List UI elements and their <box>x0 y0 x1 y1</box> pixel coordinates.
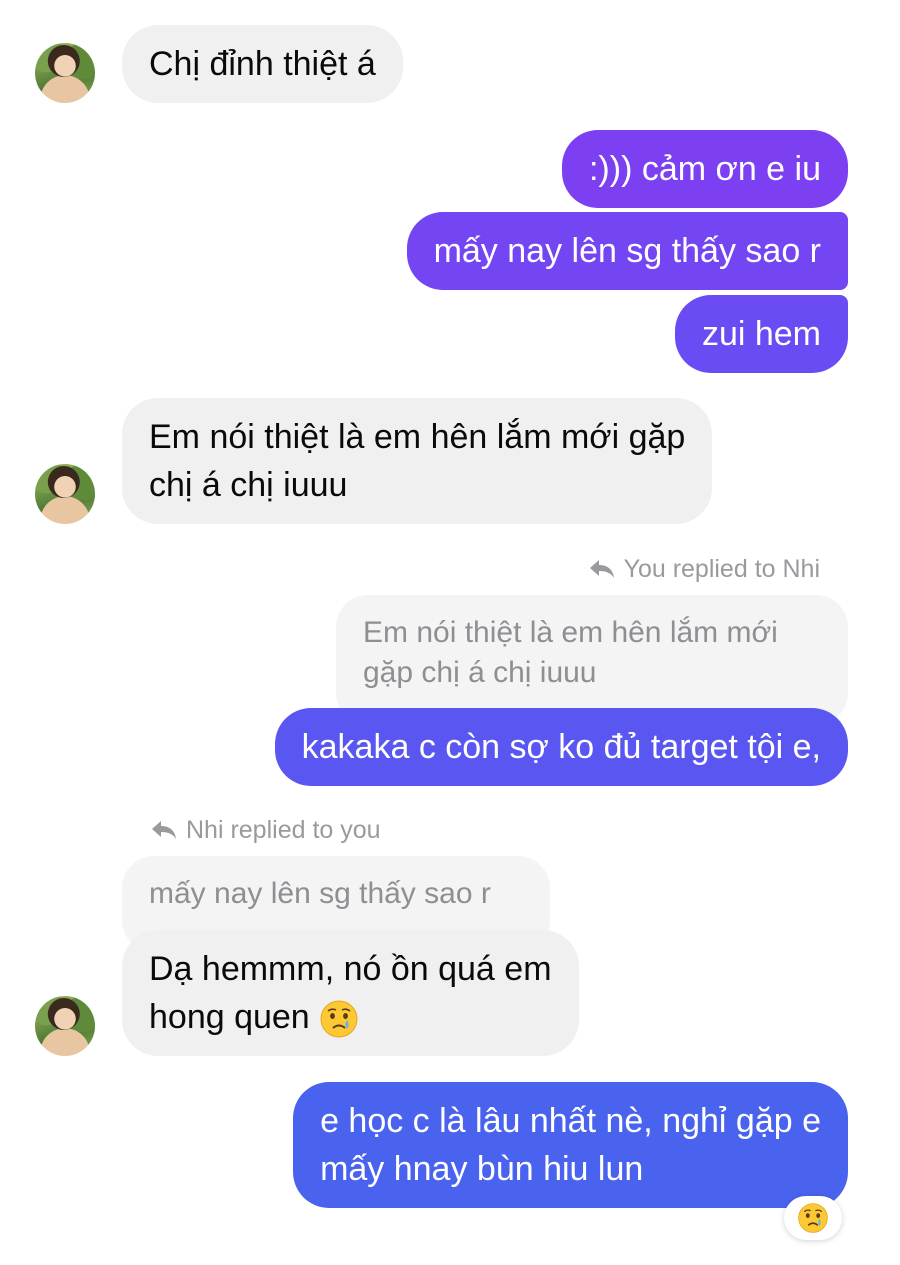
message-text: kakaka c còn sợ ko đủ target tội e, <box>301 728 821 766</box>
quoted-message[interactable]: Em nói thiệt là em hên lắm mới gặp chị á… <box>336 595 848 725</box>
incoming-message[interactable]: Dạ hemmm, nó ồn quá em hong quen <box>122 930 579 1056</box>
message-text-line: mấy hnay bùn hiu lun <box>320 1150 644 1188</box>
outgoing-message[interactable]: e học c là lâu nhất nè, nghỉ gặp e mấy h… <box>293 1082 848 1208</box>
message-text: zui hem <box>701 315 821 353</box>
quoted-text-line: mấy nay lên sg thấy sao r <box>149 877 491 910</box>
reply-arrow-icon <box>589 560 614 578</box>
crying-face-emoji-icon <box>798 1203 828 1233</box>
reply-label-text: You replied to Nhi <box>623 555 820 583</box>
incoming-message[interactable]: Em nói thiệt là em hên lắm mới gặp chị á… <box>122 398 713 524</box>
message-reaction[interactable] <box>784 1196 842 1240</box>
reply-indicator: Nhi replied to you <box>150 814 381 846</box>
message-text: hong quen <box>149 998 310 1036</box>
message-text-line: chị á chị iuuu <box>149 466 348 504</box>
message-text-line: Em nói thiệt là em hên lắm mới gặp <box>149 418 686 456</box>
quoted-text-line: Em nói thiệt là em hên lắm mới <box>363 616 778 649</box>
reply-label-text: Nhi replied to you <box>186 816 381 844</box>
outgoing-message[interactable]: mấy nay lên sg thấy sao r <box>406 212 848 290</box>
reply-arrow-icon <box>152 821 176 839</box>
contact-avatar[interactable] <box>35 464 95 524</box>
contact-avatar[interactable] <box>35 996 95 1056</box>
incoming-message[interactable]: Chị đỉnh thiệt á <box>122 25 403 103</box>
message-text: Chị đỉnh thiệt á <box>149 45 376 83</box>
reply-indicator: You replied to Nhi <box>588 553 820 585</box>
message-text-line: Dạ hemmm, nó ồn quá em <box>149 950 552 988</box>
message-text: :))) cảm ơn e iu <box>588 150 821 188</box>
quoted-text-line: gặp chị á chị iuuu <box>363 656 597 689</box>
contact-avatar[interactable] <box>35 43 95 103</box>
message-text-line: e học c là lâu nhất nè, nghỉ gặp e <box>320 1102 821 1140</box>
crying-face-emoji-icon <box>320 1000 358 1038</box>
outgoing-message[interactable]: kakaka c còn sợ ko đủ target tội e, <box>274 708 848 786</box>
message-text-line: hong quen <box>149 993 552 1041</box>
outgoing-message[interactable]: zui hem <box>674 295 848 373</box>
outgoing-message[interactable]: :))) cảm ơn e iu <box>561 130 848 208</box>
message-text: mấy nay lên sg thấy sao r <box>433 232 821 270</box>
